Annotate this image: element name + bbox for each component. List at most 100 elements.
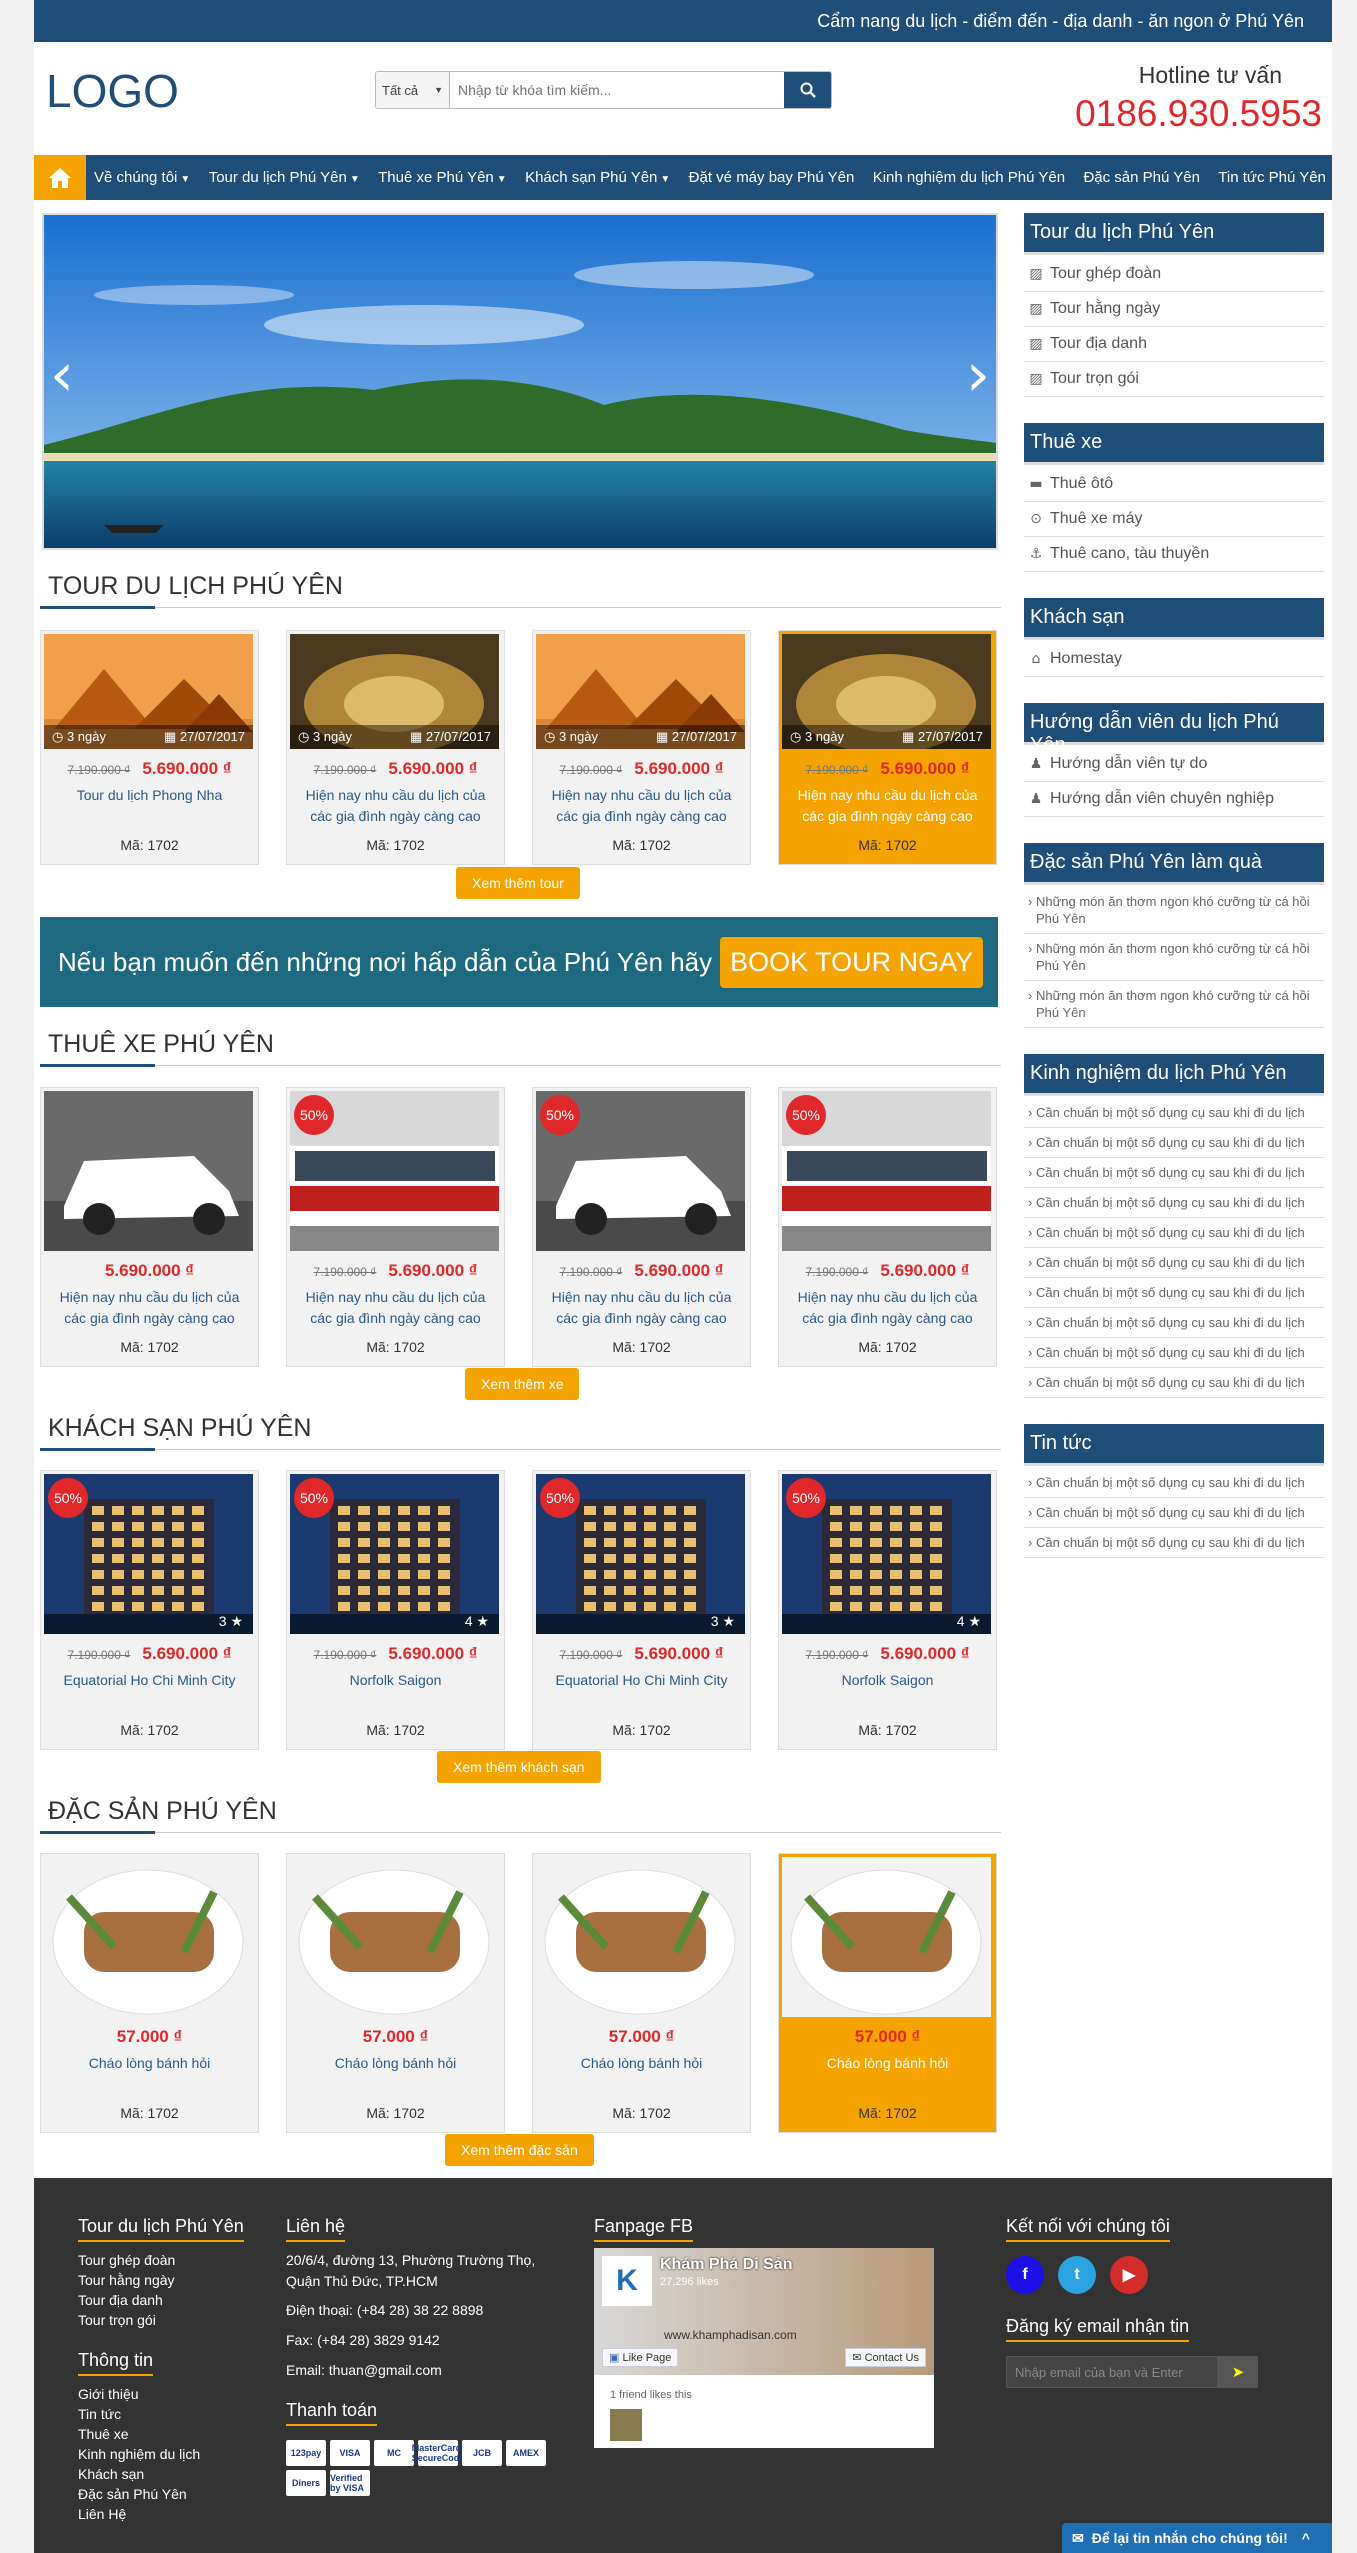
car-image[interactable]: 50% (782, 1091, 991, 1251)
footer-link[interactable]: Tour trọn gói (78, 2310, 258, 2330)
footer-link[interactable]: Kinh nghiệm du lịch (78, 2444, 258, 2464)
food-image[interactable] (290, 1857, 499, 2017)
food-card[interactable]: 57.000 ₫ Cháo lòng bánh hỏi Mã: 1702 (286, 1853, 505, 2133)
sidebar-article-link[interactable]: › Những món ăn thơm ngon khó cưỡng từ cá… (1024, 934, 1324, 981)
food-image[interactable] (536, 1857, 745, 2017)
car-image[interactable] (44, 1091, 253, 1251)
youtube-icon[interactable]: ▶ (1110, 2256, 1148, 2294)
facebook-widget[interactable]: K Khám Phá Di Sản 27,296 likes www.khamp… (594, 2248, 934, 2448)
search-input[interactable] (450, 72, 784, 108)
car-card[interactable]: 50% 7.190.000 ₫ 5.690.000 ₫ Hiện nay nhu cầ… (778, 1087, 997, 1367)
food-name[interactable]: Cháo lòng bánh hỏi (44, 2053, 255, 2095)
hotel-name[interactable]: Equatorial Ho Chi Minh City (44, 1670, 255, 1712)
food-name[interactable]: Cháo lòng bánh hỏi (290, 2053, 501, 2095)
sidebar-article-link[interactable]: › Cần chuẩn bị một số dụng cụ sau khi đi… (1024, 1098, 1324, 1128)
slider-prev-icon[interactable]: ‹ (50, 345, 74, 405)
nav-item[interactable]: Tin tức Phú Yên (1218, 169, 1326, 186)
hotel-image[interactable]: 50% 3 ★ (44, 1474, 253, 1634)
newsletter-input[interactable]: Nhập email của bạn và Enter (1006, 2356, 1218, 2388)
sidebar-article-link[interactable]: › Cần chuẩn bị một số dụng cụ sau khi đi… (1024, 1158, 1324, 1188)
sidebar-link[interactable]: ▨ Tour địa danh (1024, 327, 1324, 362)
sidebar-link[interactable]: ♟ Hướng dẫn viên tự do (1024, 747, 1324, 782)
footer-link[interactable]: Khách sạn (78, 2464, 258, 2484)
fb-contact-button[interactable]: ✉ Contact Us (845, 2348, 926, 2367)
tour-card[interactable]: ◷ 3 ngày ▦ 27/07/2017 7.190.000 ₫ 5.690.000… (532, 630, 751, 865)
hotel-name[interactable]: Equatorial Ho Chi Minh City (536, 1670, 747, 1712)
sidebar-article-link[interactable]: › Cần chuẩn bị một số dụng cụ sau khi đi… (1024, 1338, 1324, 1368)
tour-card[interactable]: ◷ 3 ngày ▦ 27/07/2017 7.190.000 ₫ 5.690.000… (778, 630, 997, 865)
footer-link[interactable]: Tin tức (78, 2404, 258, 2424)
nav-item[interactable]: Thuê xe Phú Yên ▼ (378, 169, 507, 186)
search-button[interactable] (784, 72, 831, 108)
food-card[interactable]: 57.000 ₫ Cháo lòng bánh hỏi Mã: 1702 (532, 1853, 751, 2133)
food-image[interactable] (44, 1857, 253, 2017)
hotel-card[interactable]: 50% 4 ★ 7.190.000 ₫ 5.690.000 ₫ Norfolk Saig… (778, 1470, 997, 1750)
tour-name[interactable]: Hiện nay nhu cầu du lịch của các gia đìn… (782, 785, 993, 827)
sidebar-link[interactable]: ▬ Thuê ôtô (1024, 467, 1324, 502)
car-name[interactable]: Hiện nay nhu cầu du lịch của các gia đìn… (44, 1287, 255, 1329)
more-tours-button[interactable]: Xem thêm tour (456, 867, 580, 899)
sidebar-article-link[interactable]: › Những món ăn thơm ngon khó cưỡng từ cá… (1024, 887, 1324, 934)
food-card[interactable]: 57.000 ₫ Cháo lòng bánh hỏi Mã: 1702 (40, 1853, 259, 2133)
nav-item[interactable]: Đặc sản Phú Yên (1083, 169, 1199, 186)
book-tour-button[interactable]: BOOK TOUR NGAY (720, 936, 984, 988)
tour-name[interactable]: Tour du lịch Phong Nha (44, 785, 255, 827)
hotel-image[interactable]: 50% 3 ★ (536, 1474, 745, 1634)
hotel-card[interactable]: 50% 4 ★ 7.190.000 ₫ 5.690.000 ₫ Norfolk Saig… (286, 1470, 505, 1750)
car-card[interactable]: 50% 7.190.000 ₫ 5.690.000 ₫ Hiện nay nhu cầ… (286, 1087, 505, 1367)
car-name[interactable]: Hiện nay nhu cầu du lịch của các gia đìn… (782, 1287, 993, 1329)
tour-image[interactable]: ◷ 3 ngày ▦ 27/07/2017 (290, 634, 499, 749)
fb-page-name[interactable]: Khám Phá Di Sản (660, 2256, 792, 2274)
sidebar-link[interactable]: ▨ Tour ghép đoàn (1024, 257, 1324, 292)
footer-link[interactable]: Tour địa danh (78, 2290, 258, 2310)
sidebar-article-link[interactable]: › Cần chuẩn bị một số dụng cụ sau khi đi… (1024, 1368, 1324, 1398)
car-card[interactable]: 5.690.000 ₫ Hiện nay nhu cầu du lịch của … (40, 1087, 259, 1367)
footer-link[interactable]: Liên Hệ (78, 2504, 258, 2524)
twitter-icon[interactable]: t (1058, 2256, 1096, 2294)
more-cars-button[interactable]: Xem thêm xe (465, 1368, 580, 1400)
sidebar-article-link[interactable]: › Cần chuẩn bị một số dụng cụ sau khi đi… (1024, 1188, 1324, 1218)
facebook-icon[interactable]: f (1006, 2256, 1044, 2294)
sidebar-article-link[interactable]: › Cần chuẩn bị một số dụng cụ sau khi đi… (1024, 1498, 1324, 1528)
sidebar-article-link[interactable]: › Cần chuẩn bị một số dụng cụ sau khi đi… (1024, 1468, 1324, 1498)
fb-like-button[interactable]: ▣ Like Page (602, 2348, 679, 2367)
car-card[interactable]: 50% 7.190.000 ₫ 5.690.000 ₫ Hiện nay nhu cầ… (532, 1087, 751, 1367)
sidebar-article-link[interactable]: › Những món ăn thơm ngon khó cưỡng từ cá… (1024, 981, 1324, 1028)
sidebar-link[interactable]: ▨ Tour trọn gói (1024, 362, 1324, 397)
tour-image[interactable]: ◷ 3 ngày ▦ 27/07/2017 (782, 634, 991, 749)
sidebar-link[interactable]: ▨ Tour hằng ngày (1024, 292, 1324, 327)
hotel-name[interactable]: Norfolk Saigon (782, 1670, 993, 1712)
slider-next-icon[interactable]: › (966, 345, 990, 405)
tour-card[interactable]: ◷ 3 ngày ▦ 27/07/2017 7.190.000 ₫ 5.690.000… (40, 630, 259, 865)
hotel-card[interactable]: 50% 3 ★ 7.190.000 ₫ 5.690.000 ₫ Equatorial H… (40, 1470, 259, 1750)
send-button[interactable]: ➤ (1218, 2356, 1258, 2388)
car-image[interactable]: 50% (536, 1091, 745, 1251)
nav-item[interactable]: Tour du lịch Phú Yên ▼ (209, 169, 360, 186)
footer-link[interactable]: Tour hằng ngày (78, 2270, 258, 2290)
hotel-name[interactable]: Norfolk Saigon (290, 1670, 501, 1712)
footer-link[interactable]: Thuê xe (78, 2424, 258, 2444)
tour-image[interactable]: ◷ 3 ngày ▦ 27/07/2017 (536, 634, 745, 749)
food-name[interactable]: Cháo lòng bánh hỏi (782, 2053, 993, 2095)
nav-item[interactable]: Đặt vé máy bay Phú Yên (689, 169, 855, 186)
footer-link[interactable]: Đặc sản Phú Yên (78, 2484, 258, 2504)
sidebar-article-link[interactable]: › Cần chuẩn bị một số dụng cụ sau khi đi… (1024, 1278, 1324, 1308)
hotel-image[interactable]: 50% 4 ★ (782, 1474, 991, 1634)
car-name[interactable]: Hiện nay nhu cầu du lịch của các gia đìn… (536, 1287, 747, 1329)
food-image[interactable] (782, 1857, 991, 2017)
footer-link[interactable]: Giới thiệu (78, 2384, 258, 2404)
hotline-number[interactable]: 0186.930.5953 (1075, 93, 1322, 135)
nav-item[interactable]: Về chúng tôi ▼ (94, 169, 190, 186)
tour-image[interactable]: ◷ 3 ngày ▦ 27/07/2017 (44, 634, 253, 749)
hotel-image[interactable]: 50% 4 ★ (290, 1474, 499, 1634)
home-button[interactable] (34, 155, 86, 200)
food-name[interactable]: Cháo lòng bánh hỏi (536, 2053, 747, 2095)
sidebar-article-link[interactable]: › Cần chuẩn bị một số dụng cụ sau khi đi… (1024, 1528, 1324, 1558)
sidebar-link[interactable]: ⌂ Homestay (1024, 642, 1324, 677)
hero-slider[interactable]: ‹ › (42, 213, 998, 550)
nav-item[interactable]: Khách sạn Phú Yên ▼ (525, 169, 670, 186)
tour-name[interactable]: Hiện nay nhu cầu du lịch của các gia đìn… (290, 785, 501, 827)
tour-card[interactable]: ◷ 3 ngày ▦ 27/07/2017 7.190.000 ₫ 5.690.000… (286, 630, 505, 865)
footer-link[interactable]: Tour ghép đoàn (78, 2250, 258, 2270)
car-name[interactable]: Hiện nay nhu cầu du lịch của các gia đìn… (290, 1287, 501, 1329)
